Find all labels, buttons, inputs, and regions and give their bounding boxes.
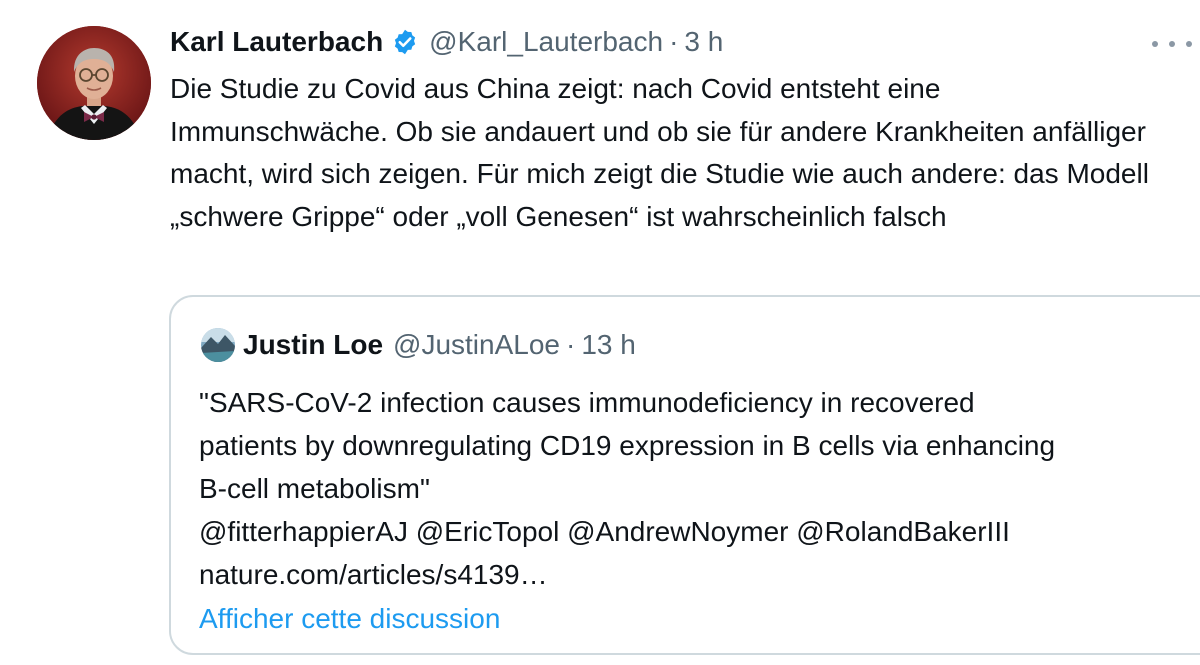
quoted-link: nature.com/articles/s4139… bbox=[199, 559, 548, 590]
separator: · bbox=[565, 329, 576, 360]
tweet-header: Karl Lauterbach @Karl_Lauterbach · 3 h bbox=[170, 22, 723, 62]
quoted-tweet[interactable]: Justin Loe @JustinALoe · 13 h "SARS-CoV-… bbox=[169, 295, 1200, 655]
quoted-author-handle[interactable]: @JustinALoe bbox=[393, 329, 560, 361]
show-thread-link[interactable]: Afficher cette discussion bbox=[199, 603, 500, 635]
timestamp[interactable]: 3 h bbox=[684, 26, 723, 58]
quoted-text-line: "SARS-CoV-2 infection causes immunodefic… bbox=[199, 387, 975, 418]
tweet-text: Die Studie zu Covid aus China zeigt: nac… bbox=[170, 73, 1149, 232]
author-avatar[interactable] bbox=[37, 26, 151, 140]
quoted-timestamp[interactable]: 13 h bbox=[581, 329, 636, 361]
quoted-tweet-header: Justin Loe @JustinALoe · 13 h bbox=[201, 325, 636, 365]
more-options-icon[interactable] bbox=[1152, 32, 1192, 56]
separator: · bbox=[669, 26, 679, 57]
tweet[interactable]: Karl Lauterbach @Karl_Lauterbach · 3 h D… bbox=[0, 0, 1200, 665]
quoted-author-name[interactable]: Justin Loe bbox=[243, 329, 383, 361]
quoted-author-avatar[interactable] bbox=[201, 328, 235, 362]
quoted-tweet-text: "SARS-CoV-2 infection causes immunodefic… bbox=[199, 381, 1199, 596]
dot bbox=[1186, 41, 1192, 47]
quoted-text-line: B-cell metabolism" bbox=[199, 473, 430, 504]
dot bbox=[1169, 41, 1175, 47]
author-name[interactable]: Karl Lauterbach bbox=[170, 26, 383, 58]
verified-badge-icon bbox=[391, 28, 419, 56]
author-handle[interactable]: @Karl_Lauterbach bbox=[429, 26, 663, 58]
dot bbox=[1152, 41, 1158, 47]
quoted-text-line: patients by downregulating CD19 expressi… bbox=[199, 430, 1056, 461]
quoted-mentions: @fitterhappierAJ @EricTopol @AndrewNoyme… bbox=[199, 516, 1010, 547]
